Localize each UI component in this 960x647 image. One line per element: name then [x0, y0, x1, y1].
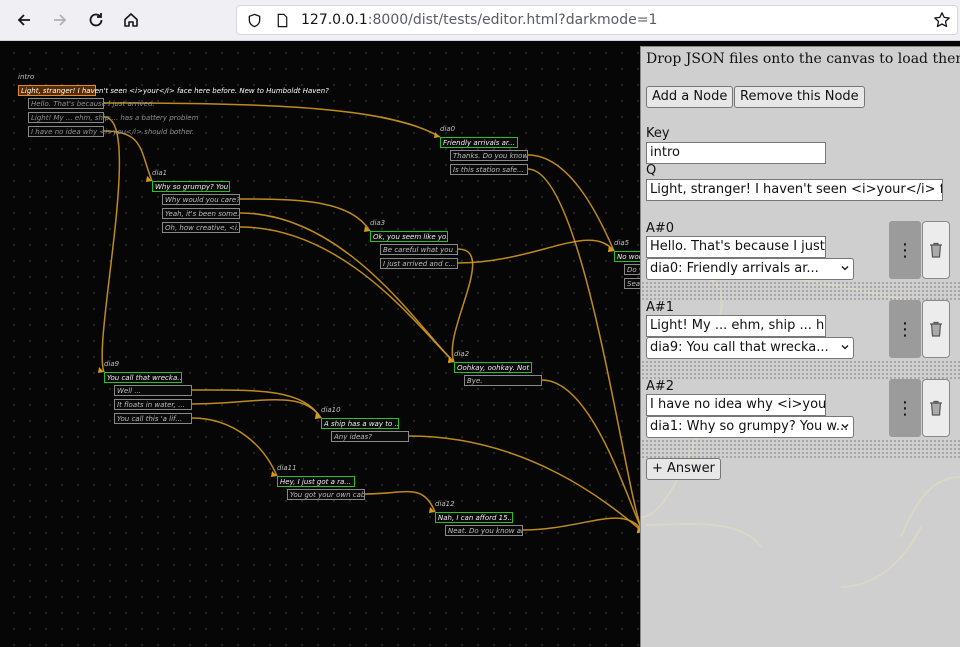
node-answer[interactable]: Yeah, it's been some...: [162, 208, 240, 219]
answer-label: A#1: [646, 300, 675, 315]
node-answer[interactable]: Why would you care?: [162, 194, 240, 205]
graph-edge: [522, 517, 644, 533]
key-input[interactable]: intro: [646, 142, 826, 164]
arrow-left-icon: [17, 14, 30, 26]
address-bar[interactable]: 127.0.0.1:8000/dist/tests/editor.html?da…: [236, 5, 958, 35]
node-answer[interactable]: Light! My ... ehm, ship ... has a batter…: [28, 112, 198, 123]
browser-toolbar: 127.0.0.1:8000/dist/tests/editor.html?da…: [0, 0, 960, 41]
answer-target-value: dia0: Friendly arrivals ar...: [650, 261, 819, 276]
page-icon: [277, 13, 288, 28]
reload-icon: [89, 13, 103, 27]
node-question[interactable]: Hey, I just got a ra...: [277, 476, 355, 487]
url-path: :8000/dist/tests/editor.html?darkmode=1: [367, 12, 658, 28]
add-node-button[interactable]: Add a Node: [646, 86, 734, 108]
answer-menu-button[interactable]: ⋮: [889, 379, 921, 437]
node-question[interactable]: Light, stranger! I haven't seen <i>your<…: [18, 85, 329, 96]
answer-target-select[interactable]: dia0: Friendly arrivals ar...: [646, 258, 854, 280]
node-question[interactable]: Why so grumpy? You w...: [152, 181, 230, 192]
node-answer[interactable]: Thanks. Do you know ...: [450, 150, 528, 161]
answer-target-value: dia9: You call that wrecka...: [650, 340, 829, 355]
answer-text-input[interactable]: Hello. That's because I just arrived.: [646, 236, 826, 258]
bookmark-star-icon[interactable]: [933, 11, 951, 29]
drop-hint: Drop JSON files onto the canvas to load …: [646, 51, 960, 67]
remove-node-button[interactable]: Remove this Node: [734, 86, 865, 108]
node-question[interactable]: You call that wrecka...: [104, 372, 182, 383]
graph-edge: [527, 168, 644, 533]
node-question[interactable]: Oohkay, oohkay. Not ...: [454, 362, 532, 373]
shield-icon[interactable]: [247, 13, 262, 28]
node-answer[interactable]: Oh, how creative, <i...: [162, 222, 240, 233]
answer-separator: [641, 281, 960, 301]
node-answer[interactable]: Is this station safe...: [450, 164, 528, 175]
graph-edge: [457, 239, 615, 264]
answer-text-input[interactable]: Light! My ... ehm, ship ... has a batter…: [646, 315, 826, 337]
trash-icon: [930, 321, 942, 337]
delete-answer-button[interactable]: [922, 221, 950, 279]
delete-answer-button[interactable]: [922, 379, 950, 437]
question-input[interactable]: Light, stranger! I haven't seen <i>your<…: [646, 179, 943, 201]
answer-label: A#0: [646, 221, 675, 236]
answer-separator: [641, 360, 960, 380]
answer-separator: [641, 439, 960, 459]
graph-edge: [191, 399, 322, 419]
key-label: Key: [646, 126, 670, 141]
delete-answer-button[interactable]: [922, 300, 950, 358]
node-answer[interactable]: Bye.: [464, 375, 542, 386]
node-key-label: dia0: [440, 125, 456, 133]
answer-menu-button[interactable]: ⋮: [889, 300, 921, 358]
node-key-label: dia2: [454, 350, 470, 358]
url-host: 127.0.0.1: [301, 12, 368, 28]
reload-button[interactable]: [82, 6, 110, 34]
node-question[interactable]: Ok, you seem like yo...: [370, 231, 448, 242]
node-question[interactable]: Nah, I can afford 15...: [435, 512, 513, 523]
node-key-label: dia9: [104, 360, 120, 368]
trash-icon: [930, 400, 942, 416]
graph-edge: [364, 490, 436, 513]
home-icon: [124, 13, 138, 27]
chevron-down-icon: [841, 424, 849, 429]
answer-target-select[interactable]: dia1: Why so grumpy? You w...: [646, 416, 854, 438]
node-key-label: dia5: [614, 239, 630, 247]
node-question[interactable]: A ship has a way to ...: [321, 418, 399, 429]
node-answer[interactable]: Any ideas?: [331, 431, 409, 442]
url-text[interactable]: 127.0.0.1:8000/dist/tests/editor.html?da…: [301, 12, 657, 28]
answer-target-select[interactable]: dia9: You call that wrecka...: [646, 337, 854, 359]
answer-text-input[interactable]: I have no idea why <i>you</i> should bot…: [646, 394, 826, 416]
trash-icon: [930, 242, 942, 258]
add-answer-button[interactable]: + Answer: [646, 458, 721, 480]
graph-edge: [541, 379, 644, 533]
graph-edge: [103, 130, 153, 182]
q-label: Q: [646, 163, 657, 178]
answer-label: A#2: [646, 379, 675, 394]
back-button[interactable]: [10, 6, 38, 34]
forward-button[interactable]: [46, 6, 74, 34]
node-question[interactable]: Friendly arrivals ar...: [440, 137, 518, 148]
arrow-right-icon: [54, 14, 67, 26]
node-key-label: dia1: [152, 169, 168, 177]
answer-menu-button[interactable]: ⋮: [889, 221, 921, 279]
node-answer[interactable]: I have no idea why <i>you</i> should bot…: [28, 126, 194, 137]
node-key-label: intro: [18, 73, 35, 81]
editor-panel: Drop JSON files onto the canvas to load …: [640, 46, 960, 647]
chevron-down-icon: [841, 345, 849, 350]
node-key-label: dia10: [321, 406, 341, 414]
graph-edge: [101, 116, 121, 373]
node-answer[interactable]: Be careful what you ...: [380, 244, 458, 255]
node-answer[interactable]: Hello. That's because I just arrived.: [28, 98, 155, 109]
node-answer[interactable]: I just arrived and c...: [380, 258, 458, 269]
node-answer[interactable]: Neat. Do you know an...: [445, 525, 523, 536]
graph-edge: [527, 154, 615, 252]
chevron-down-icon: [841, 266, 849, 271]
node-key-label: dia12: [435, 500, 455, 508]
node-answer[interactable]: You call this 'a lif...: [114, 413, 192, 424]
home-button[interactable]: [117, 6, 145, 34]
node-answer[interactable]: You got your own cab...: [287, 489, 365, 500]
node-answer[interactable]: It floats in water, ...: [114, 399, 192, 410]
node-answer[interactable]: Well ...: [114, 385, 192, 396]
node-key-label: dia3: [370, 219, 386, 227]
answer-target-value: dia1: Why so grumpy? You w...: [650, 419, 849, 434]
graph-edge: [191, 417, 278, 477]
node-key-label: dia11: [277, 464, 297, 472]
